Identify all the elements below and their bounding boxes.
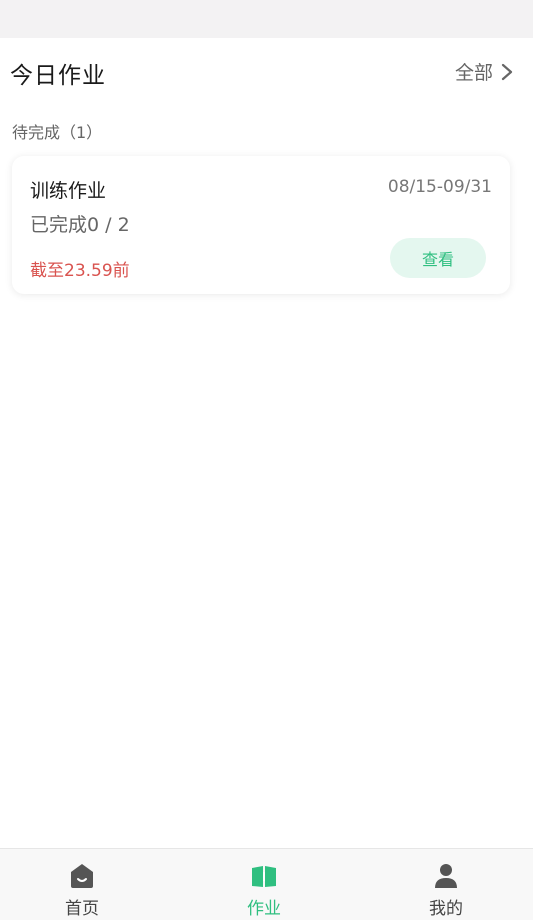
tab-homework[interactable]: 作业 bbox=[204, 849, 324, 920]
task-card[interactable]: 训练作业 08/15-09/31 已完成0 / 2 截至23.59前 查看 bbox=[12, 156, 510, 294]
book-icon bbox=[252, 866, 276, 887]
user-icon bbox=[435, 864, 457, 888]
status-bar bbox=[0, 0, 533, 38]
tab-profile[interactable]: 我的 bbox=[386, 849, 506, 920]
home-icon bbox=[71, 864, 93, 888]
task-deadline: 截至23.59前 bbox=[30, 261, 130, 281]
view-all-label: 全部 bbox=[454, 62, 493, 84]
task-title: 训练作业 bbox=[30, 180, 107, 202]
chevron-right-icon bbox=[501, 63, 513, 80]
page-title: 今日作业 bbox=[10, 63, 106, 89]
task-progress: 已完成0 / 2 bbox=[30, 214, 130, 236]
bottom-tab-bar: 首页 作业 我的 bbox=[0, 848, 533, 920]
view-all-link[interactable]: 全部 bbox=[455, 58, 517, 85]
task-date-range: 08/15-09/31 bbox=[387, 177, 492, 197]
pending-section-label: 待完成（1） bbox=[12, 123, 103, 142]
tab-home-label: 首页 bbox=[65, 899, 99, 919]
header: 今日作业 全部 bbox=[0, 38, 533, 108]
view-task-button[interactable]: 查看 bbox=[390, 238, 486, 278]
tab-home[interactable]: 首页 bbox=[22, 849, 142, 920]
tab-homework-label: 作业 bbox=[247, 899, 281, 919]
tab-profile-label: 我的 bbox=[429, 899, 463, 919]
